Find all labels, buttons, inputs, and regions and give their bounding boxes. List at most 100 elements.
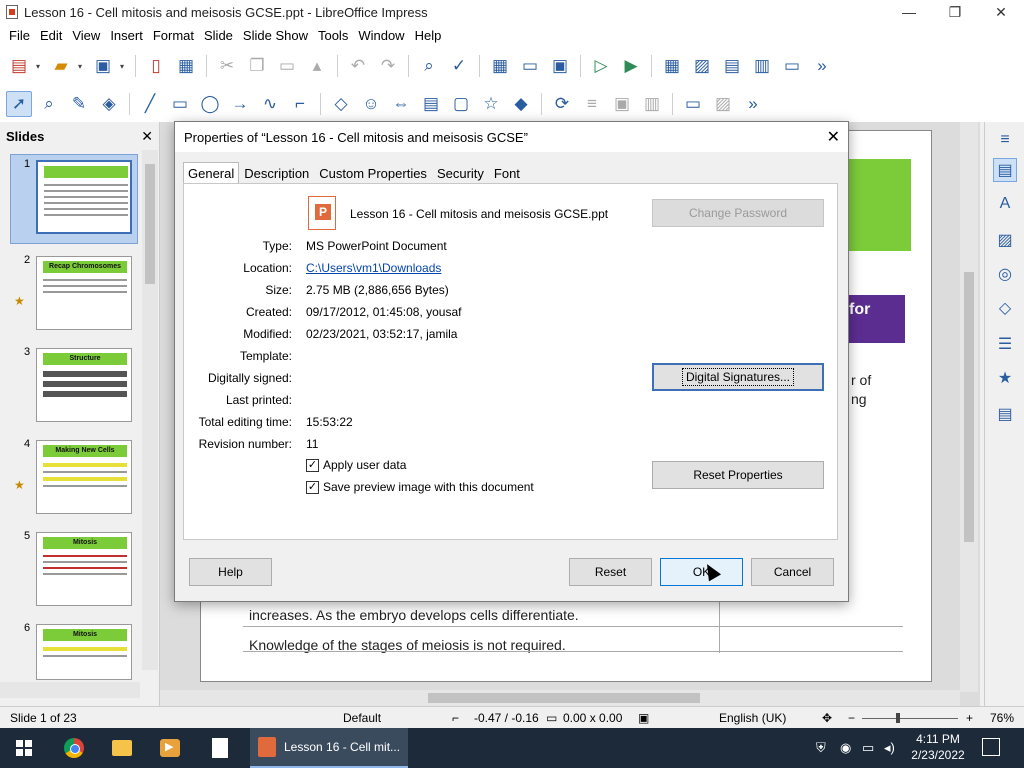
media-icon[interactable]: ▤ bbox=[719, 53, 745, 79]
arrange-icon[interactable]: ▣ bbox=[609, 91, 635, 117]
digital-signatures-button[interactable]: Digital Signatures... bbox=[652, 363, 824, 391]
volume-icon[interactable]: ◂) bbox=[884, 740, 895, 756]
menu-edit[interactable]: Edit bbox=[35, 28, 67, 43]
shapes-icon[interactable]: ◇ bbox=[993, 296, 1017, 320]
stars-icon[interactable]: ☆ bbox=[478, 91, 504, 117]
open-dropdown-arrow[interactable]: ▾ bbox=[78, 62, 86, 71]
maximize-button[interactable]: ❐ bbox=[932, 0, 978, 24]
save-icon[interactable]: ▣ bbox=[90, 53, 116, 79]
select-arrow-icon[interactable]: ➚ bbox=[6, 91, 32, 117]
flowchart-icon[interactable]: ▤ bbox=[418, 91, 444, 117]
checkbox-checked-icon[interactable]: ✓ bbox=[306, 458, 319, 472]
menu-insert[interactable]: Insert bbox=[105, 28, 148, 43]
toolbar-more-icon[interactable]: » bbox=[809, 53, 835, 79]
chrome-taskbar-icon[interactable] bbox=[60, 734, 88, 762]
checkbox-checked-icon[interactable]: ✓ bbox=[306, 480, 319, 494]
fill-color-icon[interactable]: ◈ bbox=[96, 91, 122, 117]
chart-icon[interactable]: ▥ bbox=[749, 53, 775, 79]
connector-icon[interactable]: ⌐ bbox=[287, 91, 313, 117]
curve-icon[interactable]: ∿ bbox=[257, 91, 283, 117]
navigator-icon[interactable]: ◎ bbox=[993, 262, 1017, 286]
tab-custom-properties[interactable]: Custom Properties bbox=[314, 162, 432, 184]
line-color-icon[interactable]: ✎ bbox=[66, 91, 92, 117]
menu-help[interactable]: Help bbox=[410, 28, 447, 43]
cut-icon[interactable]: ✂ bbox=[214, 53, 240, 79]
rotate-icon[interactable]: ⟳ bbox=[549, 91, 575, 117]
reset-properties-button[interactable]: Reset Properties bbox=[652, 461, 824, 489]
fit-slide-icon[interactable]: ✥ bbox=[822, 711, 832, 725]
new-dropdown-arrow[interactable]: ▾ bbox=[36, 62, 44, 71]
slides-horizontal-scrollbar[interactable] bbox=[0, 682, 140, 698]
align-icon[interactable]: ≡ bbox=[579, 91, 605, 117]
paste-icon[interactable]: ▭ bbox=[274, 53, 300, 79]
rectangle-icon[interactable]: ▭ bbox=[167, 91, 193, 117]
menu-tools[interactable]: Tools bbox=[313, 28, 353, 43]
image-icon[interactable]: ▨ bbox=[689, 53, 715, 79]
find-replace-icon[interactable]: ⌕ bbox=[416, 53, 442, 79]
slide-thumbnail-3[interactable]: 3 Structure bbox=[0, 346, 140, 430]
menu-slide-show[interactable]: Slide Show bbox=[238, 28, 313, 43]
scrollbar-thumb[interactable] bbox=[428, 693, 700, 703]
scrollbar-thumb[interactable] bbox=[964, 272, 974, 542]
menu-window[interactable]: Window bbox=[353, 28, 409, 43]
menu-slide[interactable]: Slide bbox=[199, 28, 238, 43]
tab-security[interactable]: Security bbox=[432, 162, 489, 184]
table-icon[interactable]: ▦ bbox=[659, 53, 685, 79]
zoom-pan-icon[interactable]: ⌕ bbox=[36, 91, 62, 117]
textbox-icon[interactable]: ▭ bbox=[779, 53, 805, 79]
sidebar-menu-icon[interactable]: ≡ bbox=[993, 128, 1017, 152]
shield-icon[interactable]: ⛨ bbox=[816, 740, 826, 756]
ok-button[interactable]: OK bbox=[660, 558, 743, 586]
zoom-slider[interactable] bbox=[862, 718, 958, 719]
zoom-in-button[interactable]: + bbox=[966, 711, 973, 725]
document-taskbar-icon[interactable] bbox=[206, 734, 234, 762]
slide-transition-icon[interactable]: ☰ bbox=[993, 332, 1017, 356]
new-document-icon[interactable]: ▤ bbox=[6, 53, 32, 79]
spelling-icon[interactable]: ✓ bbox=[446, 53, 472, 79]
master-slides-icon[interactable]: ▤ bbox=[993, 402, 1017, 426]
close-window-button[interactable]: ✕ bbox=[978, 0, 1024, 24]
start-first-slide-icon[interactable]: ▷ bbox=[588, 53, 614, 79]
slide-layout-icon[interactable]: ▭ bbox=[517, 53, 543, 79]
editor-vertical-scrollbar[interactable] bbox=[960, 122, 978, 692]
undo-icon[interactable]: ↶ bbox=[345, 53, 371, 79]
master-slide-name[interactable]: Default bbox=[343, 711, 381, 725]
system-clock[interactable]: 4:11 PM 2/23/2022 bbox=[902, 731, 974, 763]
zoom-level[interactable]: 76% bbox=[990, 711, 1014, 725]
start-current-slide-icon[interactable]: ▶ bbox=[618, 53, 644, 79]
notification-icon[interactable] bbox=[982, 738, 1000, 756]
chrome-tray-icon[interactable]: ◉ bbox=[840, 740, 851, 756]
animation-icon[interactable]: ★ bbox=[993, 366, 1017, 390]
gallery-icon[interactable]: ▨ bbox=[993, 228, 1017, 252]
tab-description[interactable]: Description bbox=[239, 162, 314, 184]
distribute-icon[interactable]: ▥ bbox=[639, 91, 665, 117]
change-password-button[interactable]: Change Password bbox=[652, 199, 824, 227]
help-button[interactable]: Help bbox=[189, 558, 272, 586]
properties-icon[interactable]: ▤ bbox=[993, 158, 1017, 182]
redo-icon[interactable]: ↷ bbox=[375, 53, 401, 79]
arrow-line-icon[interactable]: → bbox=[227, 91, 253, 117]
menu-format[interactable]: Format bbox=[148, 28, 199, 43]
block-arrows-icon[interactable]: ⇔ bbox=[388, 91, 414, 117]
open-folder-icon[interactable]: ▰ bbox=[48, 53, 74, 79]
minimize-button[interactable]: — bbox=[886, 0, 932, 24]
start-button[interactable] bbox=[10, 734, 38, 762]
clone-formatting-icon[interactable]: ▴ bbox=[304, 53, 330, 79]
save-preview-checkbox[interactable]: ✓ Save preview image with this document bbox=[306, 480, 534, 494]
scrollbar-thumb[interactable] bbox=[145, 164, 155, 284]
apply-user-data-checkbox[interactable]: ✓ Apply user data bbox=[306, 458, 406, 472]
print-icon[interactable]: ▦ bbox=[173, 53, 199, 79]
slide-thumbnail-2[interactable]: 2 ★ Recap Chromosomes bbox=[0, 254, 140, 338]
toolbar2-more-icon[interactable]: » bbox=[740, 91, 766, 117]
ellipse-icon[interactable]: ◯ bbox=[197, 91, 223, 117]
crop-icon[interactable]: ▨ bbox=[710, 91, 736, 117]
basic-shapes-icon[interactable]: ◇ bbox=[328, 91, 354, 117]
line-icon[interactable]: ╱ bbox=[137, 91, 163, 117]
zoom-out-button[interactable]: − bbox=[848, 711, 855, 725]
slides-vertical-scrollbar[interactable] bbox=[142, 150, 158, 670]
3d-objects-icon[interactable]: ◆ bbox=[508, 91, 534, 117]
close-icon[interactable]: ✕ bbox=[141, 128, 153, 145]
editor-horizontal-scrollbar[interactable] bbox=[160, 690, 960, 706]
file-explorer-taskbar-icon[interactable] bbox=[108, 734, 136, 762]
save-dropdown-arrow[interactable]: ▾ bbox=[120, 62, 128, 71]
